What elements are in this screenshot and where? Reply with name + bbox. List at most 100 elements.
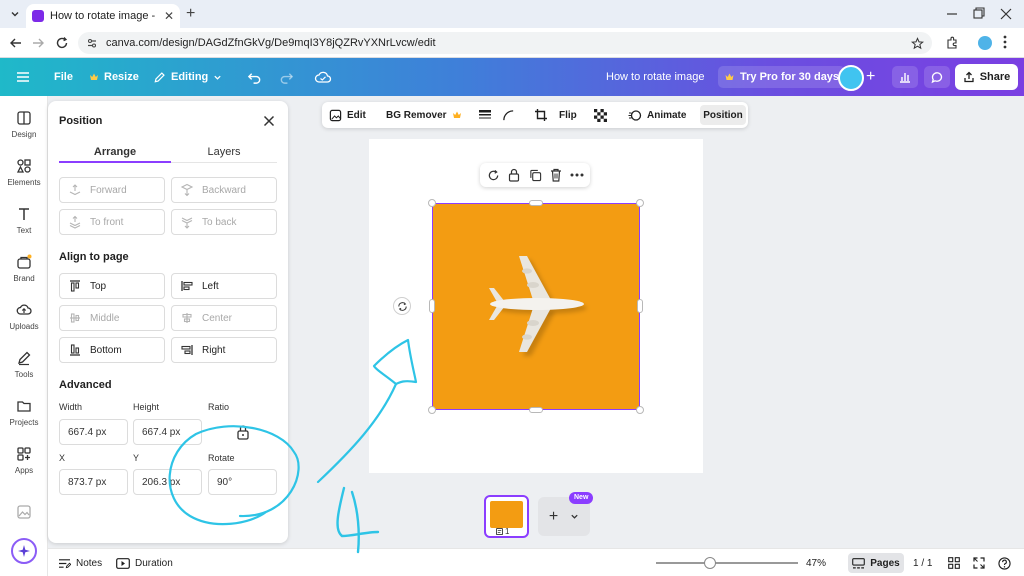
animate-button[interactable]: Animate xyxy=(628,102,686,128)
rail-item-elements[interactable]: Elements xyxy=(0,158,48,198)
tab-layers[interactable]: Layers xyxy=(168,146,280,158)
align-left-button[interactable]: Left xyxy=(171,273,277,299)
tab-arrange[interactable]: Arrange xyxy=(59,146,171,158)
border-style-button[interactable] xyxy=(478,102,492,128)
resize-handle-bottom-left[interactable] xyxy=(428,406,436,414)
backward-button[interactable]: Backward xyxy=(171,177,277,203)
align-center-button[interactable]: Center xyxy=(171,305,277,331)
comments-icon[interactable] xyxy=(924,66,950,88)
address-url[interactable]: canva.com/design/DAGdZfnGkVg/De9mqI3Y8jQ… xyxy=(106,37,903,49)
rail-item-brand[interactable]: Brand xyxy=(0,254,48,294)
tab-close-icon[interactable]: ✕ xyxy=(164,9,174,23)
resize-handle-bottom[interactable] xyxy=(529,407,543,413)
try-pro-label: Try Pro for 30 days xyxy=(740,71,840,83)
x-position-input[interactable]: 873.7 px xyxy=(59,469,128,495)
duplicate-icon[interactable] xyxy=(527,167,543,183)
lock-element-icon[interactable] xyxy=(506,167,522,183)
notes-button[interactable]: Notes xyxy=(58,549,102,576)
main-menu-icon[interactable] xyxy=(14,68,32,86)
width-input[interactable]: 667.4 px xyxy=(59,419,128,445)
crop-button[interactable] xyxy=(534,102,548,128)
window-restore-icon[interactable] xyxy=(964,4,992,24)
airplane-image[interactable] xyxy=(432,203,640,410)
edit-image-button[interactable]: Edit xyxy=(329,102,366,128)
help-icon[interactable] xyxy=(998,549,1011,576)
tab-search-chevron-icon[interactable] xyxy=(6,5,24,23)
text-icon xyxy=(16,206,32,222)
close-icon[interactable] xyxy=(261,113,277,129)
insights-chart-icon[interactable] xyxy=(892,66,918,88)
resize-handle-left[interactable] xyxy=(429,299,435,313)
site-settings-icon[interactable] xyxy=(86,37,98,49)
height-input[interactable]: 667.4 px xyxy=(133,419,202,445)
duration-button[interactable]: Duration xyxy=(116,549,173,576)
window-minimize-icon[interactable] xyxy=(938,4,966,24)
forward-arrow-icon[interactable] xyxy=(28,33,48,53)
cloud-saved-icon[interactable] xyxy=(313,67,333,87)
document-title[interactable]: How to rotate image xyxy=(606,58,704,96)
border-style-icon xyxy=(478,109,492,121)
rotate-handle[interactable] xyxy=(393,297,411,315)
align-middle-button[interactable]: Middle xyxy=(59,305,165,331)
rail-item-projects[interactable]: Projects xyxy=(0,398,48,438)
to-back-icon xyxy=(180,215,194,229)
flip-button[interactable]: Flip xyxy=(559,102,577,128)
y-position-input[interactable]: 206.3 px xyxy=(133,469,202,495)
browser-menu-icon[interactable] xyxy=(1002,34,1008,50)
rail-item-design[interactable]: Design xyxy=(0,110,48,150)
zoom-slider-track[interactable] xyxy=(656,562,798,564)
reload-icon[interactable] xyxy=(52,33,72,53)
grid-view-icon[interactable] xyxy=(948,549,960,576)
resize-handle-top-right[interactable] xyxy=(636,199,644,207)
browser-tab-active[interactable]: How to rotate image - Instagram ✕ xyxy=(26,4,180,28)
resize-handle-top[interactable] xyxy=(529,200,543,206)
redo-icon[interactable] xyxy=(276,67,296,87)
transparency-button[interactable] xyxy=(594,102,607,128)
browser-tabstrip: How to rotate image - Instagram ✕ + xyxy=(0,0,1024,28)
zoom-slider-handle[interactable] xyxy=(704,557,716,569)
extensions-puzzle-icon[interactable] xyxy=(942,33,962,53)
editing-mode-dropdown[interactable]: Editing xyxy=(153,58,222,96)
rotate-input[interactable]: 90° xyxy=(208,469,277,495)
rotate-element-icon[interactable] xyxy=(485,167,501,183)
to-front-button[interactable]: To front xyxy=(59,209,165,235)
share-button[interactable]: Share xyxy=(955,64,1018,90)
corner-rounding-button[interactable] xyxy=(502,102,515,128)
back-arrow-icon[interactable] xyxy=(6,33,26,53)
address-bar[interactable]: canva.com/design/DAGdZfnGkVg/De9mqI3Y8jQ… xyxy=(78,32,932,54)
flip-label: Flip xyxy=(559,109,577,121)
to-back-button[interactable]: To back xyxy=(171,209,277,235)
align-top-button[interactable]: Top xyxy=(59,273,165,299)
file-menu[interactable]: File xyxy=(54,58,73,96)
position-button[interactable]: Position xyxy=(700,105,746,125)
rail-item-text[interactable]: Text xyxy=(0,206,48,246)
add-collaborator-plus-icon[interactable]: + xyxy=(866,66,875,88)
align-right-button[interactable]: Right xyxy=(171,337,277,363)
trash-icon[interactable] xyxy=(548,167,564,183)
rail-item-apps[interactable]: Apps xyxy=(0,446,48,486)
zoom-level[interactable]: 47% xyxy=(806,549,826,576)
resize-handle-right[interactable] xyxy=(637,299,643,313)
fullscreen-icon[interactable] xyxy=(973,549,985,576)
ratio-lock-button[interactable] xyxy=(208,419,277,445)
window-close-icon[interactable] xyxy=(992,4,1020,24)
collaborator-avatar[interactable] xyxy=(838,65,864,91)
new-badge: New xyxy=(569,492,594,504)
page-thumbnail[interactable]: 1 xyxy=(484,495,529,538)
rail-item-uploads[interactable]: Uploads xyxy=(0,302,48,342)
more-options-icon[interactable] xyxy=(569,167,585,183)
undo-icon[interactable] xyxy=(244,67,264,87)
new-tab-icon[interactable]: + xyxy=(186,4,195,24)
magic-sparkle-button[interactable] xyxy=(11,538,37,564)
forward-button[interactable]: Forward xyxy=(59,177,165,203)
pages-button[interactable]: Pages xyxy=(848,553,904,573)
try-pro-button[interactable]: Try Pro for 30 days xyxy=(718,66,846,88)
align-bottom-button[interactable]: Bottom xyxy=(59,337,165,363)
bg-remover-button[interactable]: BG Remover xyxy=(386,102,462,128)
resize-handle-bottom-right[interactable] xyxy=(636,406,644,414)
resize-button[interactable]: Resize xyxy=(89,58,139,96)
bookmark-star-icon[interactable] xyxy=(911,36,924,50)
profile-avatar[interactable] xyxy=(978,36,992,50)
resize-handle-top-left[interactable] xyxy=(428,199,436,207)
rail-item-tools[interactable]: Tools xyxy=(0,350,48,390)
